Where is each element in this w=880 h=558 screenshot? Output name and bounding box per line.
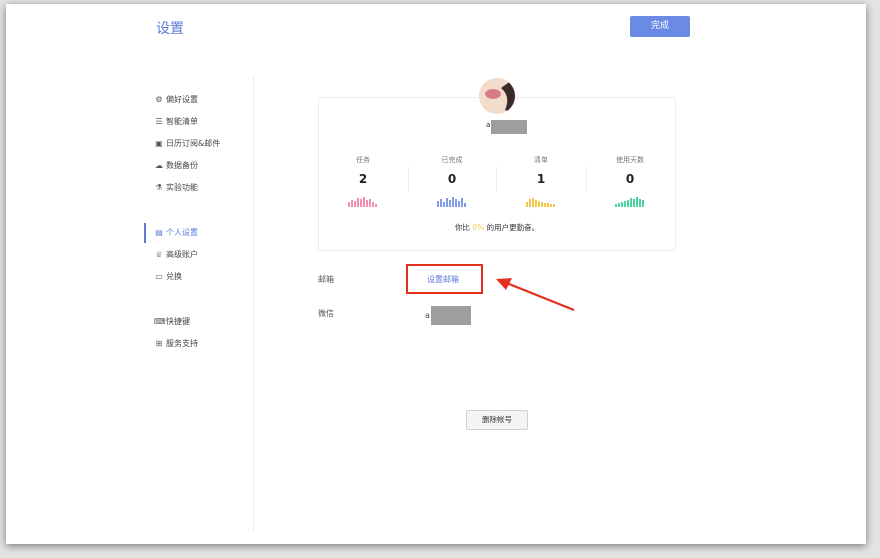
stat-label-lists: 清单	[534, 156, 548, 164]
sidebar-item-label: 兑换	[166, 272, 182, 281]
stat-label-tasks: 任务	[356, 156, 370, 164]
sparkline-tasks	[348, 197, 377, 207]
sidebar-item-label: 日历订阅&邮件	[166, 139, 221, 148]
keyboard-icon: ⌨	[154, 317, 166, 326]
sidebar-item-label: 数据备份	[166, 161, 198, 170]
calendar-icon: ▣	[155, 139, 163, 148]
support-icon: ⊞	[155, 339, 163, 348]
sidebar-item-preferences[interactable]: ⚙ 偏好设置	[154, 93, 198, 107]
diligence-comparison: 你比 0% 的用户更勤奋。	[318, 222, 676, 233]
sparkline-completed	[437, 197, 466, 207]
username-initial: a	[486, 121, 491, 129]
avatar[interactable]	[479, 78, 515, 114]
wechat-label: 微信	[318, 309, 334, 318]
done-button[interactable]: 完成	[630, 16, 690, 37]
crown-icon: ♕	[155, 250, 163, 259]
stat-value-days: 0	[625, 172, 635, 186]
ticket-icon: ▭	[155, 272, 163, 281]
stat-value-lists: 1	[536, 172, 546, 186]
sidebar-item-label: 偏好设置	[166, 95, 198, 104]
page-title: 设置	[156, 21, 184, 37]
sidebar-item-calendar[interactable]: ▣ 日历订阅&邮件	[154, 137, 220, 151]
settings-window: 设置 完成 ⚙ 偏好设置 ☰ 智能清单 ▣ 日历订阅&邮件 ☁ 数据备份 ⚗ 实验功能 ▤…	[6, 4, 866, 544]
cloud-icon: ☁	[155, 161, 163, 170]
sidebar-item-personal[interactable]: ▤ 个人设置	[154, 226, 198, 240]
stat-label-days: 使用天数	[616, 156, 644, 164]
sidebar-item-shortcuts[interactable]: ⌨快捷键	[154, 315, 190, 329]
compare-suffix: 的用户更勤奋。	[486, 223, 540, 232]
compare-prefix: 你比	[454, 223, 470, 232]
sidebar-divider	[253, 76, 254, 531]
sidebar-item-label: 实验功能	[166, 183, 198, 192]
sidebar-item-backup[interactable]: ☁ 数据备份	[154, 159, 198, 173]
sidebar-item-support[interactable]: ⊞ 服务支持	[154, 337, 198, 351]
sidebar-item-label: 智能清单	[166, 117, 198, 126]
stat-divider	[586, 167, 587, 191]
stat-divider	[496, 167, 497, 191]
annotation-arrow-icon	[496, 278, 575, 312]
highlight-box	[406, 264, 483, 294]
lab-icon: ⚗	[155, 183, 163, 192]
redacted-wechat	[431, 306, 471, 325]
gear-icon: ⚙	[155, 95, 163, 104]
stat-value-completed: 0	[447, 172, 457, 186]
sparkline-days	[615, 197, 644, 207]
sidebar-item-smart-list[interactable]: ☰ 智能清单	[154, 115, 198, 129]
email-label: 邮箱	[318, 275, 334, 284]
active-indicator	[144, 223, 146, 243]
sidebar-item-label: 个人设置	[166, 228, 198, 237]
stat-value-tasks: 2	[358, 172, 368, 186]
profile-icon: ▤	[155, 228, 163, 237]
sidebar-item-redeem[interactable]: ▭ 兑换	[154, 270, 182, 284]
compare-percent: 0%	[472, 223, 485, 232]
wechat-value-initial: a	[425, 311, 430, 320]
smart-list-icon: ☰	[155, 117, 163, 126]
sparkline-lists	[526, 198, 555, 207]
sidebar-item-label: 服务支持	[166, 339, 198, 348]
sidebar-item-premium[interactable]: ♕ 高级账户	[154, 248, 198, 262]
sidebar-item-label: 快捷键	[166, 317, 190, 326]
stat-divider	[408, 167, 409, 191]
sidebar-item-labs[interactable]: ⚗ 实验功能	[154, 181, 198, 195]
delete-account-button[interactable]: 删除帐号	[466, 410, 528, 430]
redacted-username	[491, 120, 527, 134]
sidebar-item-label: 高级账户	[166, 250, 198, 259]
stat-label-completed: 已完成	[441, 156, 463, 164]
